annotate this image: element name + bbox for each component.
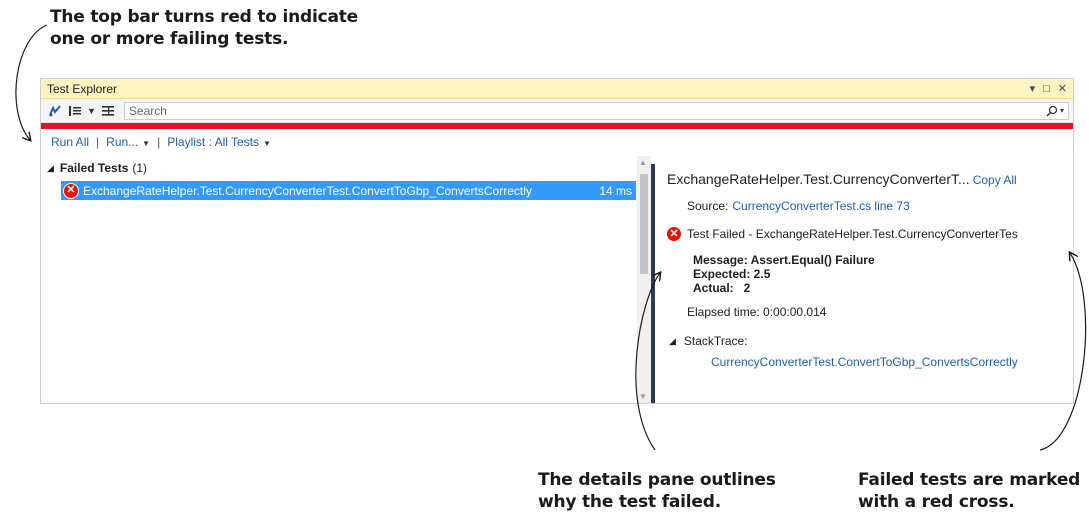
stacktrace-link[interactable]: CurrencyConverterTest.ConvertToGbp_Conve… xyxy=(711,355,1018,369)
source-label: Source: xyxy=(687,199,729,213)
annotation-details-pane: The details pane outlines why the test f… xyxy=(538,469,776,513)
details-pane: ExchangeRateHelper.Test.CurrencyConverte… xyxy=(657,156,1073,403)
source-link[interactable]: CurrencyConverterTest.cs line 73 xyxy=(732,199,909,213)
message-text: Message: Assert.Equal() Failure xyxy=(693,253,875,267)
expand-triangle-icon[interactable]: ◢ xyxy=(669,336,676,347)
copy-all-link[interactable]: Copy All xyxy=(973,173,1017,187)
window-dropdown-button[interactable]: ▾ xyxy=(1030,82,1036,95)
failed-cross-icon: ✕ xyxy=(667,227,681,241)
group-count: (1) xyxy=(132,161,148,175)
expected-text: Expected: 2.5 xyxy=(693,267,771,281)
annotation-line: The details pane outlines xyxy=(538,470,776,490)
expand-triangle-icon[interactable]: ◢ xyxy=(47,163,54,174)
toolbar: ▼ ▾ xyxy=(41,99,1073,123)
separator: | xyxy=(96,135,100,149)
test-row[interactable]: ✕ ExchangeRateHelper.Test.CurrencyConver… xyxy=(61,181,636,200)
test-failed-line: ✕ Test Failed - ExchangeRateHelper.Test.… xyxy=(667,227,1018,241)
stacktrace-header[interactable]: ◢ StackTrace: xyxy=(669,334,748,348)
annotation-line: why the test failed. xyxy=(538,492,721,512)
chevron-down-icon[interactable]: ▼ xyxy=(87,106,96,116)
maximize-button[interactable]: □ xyxy=(1043,83,1050,95)
list-view-icon[interactable] xyxy=(98,101,118,121)
chevron-down-icon: ▼ xyxy=(263,139,271,148)
chevron-down-icon: ▼ xyxy=(142,139,151,148)
annotation-line: The top bar turns red to indicate xyxy=(50,7,358,27)
window-title: Test Explorer xyxy=(47,81,118,96)
vertical-scrollbar[interactable]: ▲ ▼ xyxy=(637,156,651,403)
title-bar: Test Explorer ▾ □ ✕ xyxy=(41,79,1073,99)
test-explorer-window: Test Explorer ▾ □ ✕ ▼ Search ▾ Run All |… xyxy=(40,78,1074,404)
command-bar: Run All | Run... ▼ | Playlist : All Tests… xyxy=(41,129,1073,155)
annotation-line: one or more failing tests. xyxy=(50,29,289,49)
details-header: ExchangeRateHelper.Test.CurrencyConverte… xyxy=(667,171,1073,187)
failed-cross-icon: ✕ xyxy=(64,183,78,198)
search-icon[interactable]: ▾ xyxy=(1045,105,1064,117)
search-box: ▾ xyxy=(123,101,1069,120)
failed-tests-group[interactable]: ◢ Failed Tests (1) xyxy=(41,159,637,177)
run-all-link[interactable]: Run All xyxy=(51,135,89,149)
test-name: ExchangeRateHelper.Test.CurrencyConverte… xyxy=(83,183,532,198)
group-title: Failed Tests xyxy=(59,161,129,175)
close-button[interactable]: ✕ xyxy=(1058,82,1067,95)
run-tests-icon[interactable] xyxy=(45,101,65,121)
actual-text: Actual: 2 xyxy=(693,281,751,295)
annotation-top-bar: The top bar turns red to indicate one or… xyxy=(50,6,358,50)
pane-splitter[interactable] xyxy=(651,164,655,403)
scroll-down-icon[interactable]: ▼ xyxy=(639,392,647,401)
playlist-label: Playlist : All Tests xyxy=(167,135,260,149)
details-title: ExchangeRateHelper.Test.CurrencyConverte… xyxy=(667,171,970,187)
test-failed-text: Test Failed - ExchangeRateHelper.Test.Cu… xyxy=(687,227,1018,241)
separator: | xyxy=(157,135,161,149)
source-line: Source: CurrencyConverterTest.cs line 73 xyxy=(687,199,910,213)
run-label: Run... xyxy=(106,135,139,149)
scroll-thumb[interactable] xyxy=(640,174,648,274)
run-dropdown[interactable]: Run... ▼ xyxy=(106,135,150,149)
scroll-up-icon[interactable]: ▲ xyxy=(639,158,647,167)
content-area: ◢ Failed Tests (1) ✕ ExchangeRateHelper.… xyxy=(41,156,1073,403)
annotation-red-cross: Failed tests are marked with a red cross… xyxy=(858,469,1080,513)
elapsed-time: Elapsed time: 0:00:00.014 xyxy=(687,305,827,319)
stacktrace-label: StackTrace: xyxy=(683,334,748,348)
annotation-line: Failed tests are marked xyxy=(858,470,1081,490)
playlist-dropdown[interactable]: Playlist : All Tests ▼ xyxy=(167,135,271,149)
test-list-pane: ◢ Failed Tests (1) ✕ ExchangeRateHelper.… xyxy=(41,156,637,403)
annotation-line: with a red cross. xyxy=(858,492,1015,512)
search-input[interactable] xyxy=(128,103,1045,118)
failure-message: Message: Assert.Equal() Failure Expected… xyxy=(693,253,875,295)
group-by-icon[interactable] xyxy=(65,101,85,121)
test-duration: 14 ms xyxy=(599,183,632,198)
